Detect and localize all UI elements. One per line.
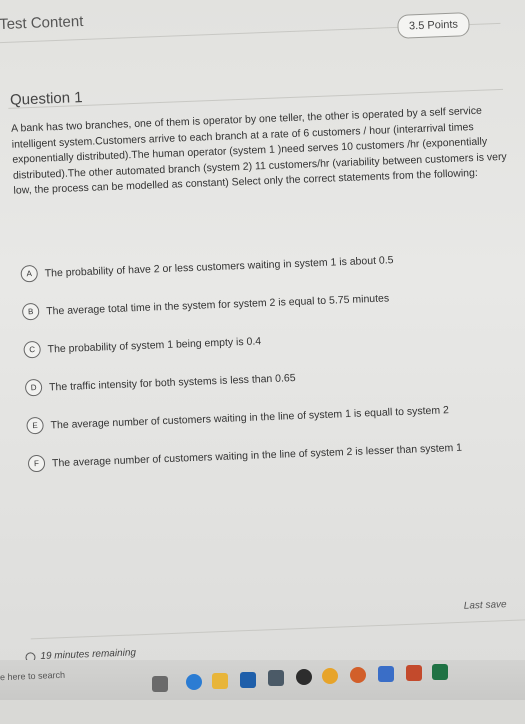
option-letter: A (20, 264, 39, 283)
question-text: A bank has two branches, one of them is … (10, 104, 507, 197)
points-badge: 3.5 Points (397, 12, 470, 39)
option-letter: C (23, 340, 41, 359)
chrome-icon[interactable] (322, 668, 338, 684)
folder-icon[interactable] (212, 673, 228, 689)
option-letter: E (26, 416, 44, 435)
option-letter: D (24, 378, 43, 397)
page-title: Test Content (0, 12, 84, 34)
option-letter: B (21, 302, 40, 321)
dropbox-icon[interactable] (378, 666, 394, 682)
option-label: The average number of customers waiting … (50, 403, 450, 431)
option-label: The probability of have 2 or less custom… (44, 253, 394, 280)
app-icon[interactable] (296, 669, 312, 685)
excel-icon[interactable] (432, 664, 448, 680)
option-e[interactable]: E The average number of customers waitin… (26, 399, 506, 435)
footer-divider (30, 619, 525, 640)
powerpoint-icon[interactable] (406, 665, 422, 681)
photo-background: Test Content 3.5 Points Question 1 A ban… (0, 0, 525, 700)
option-b[interactable]: B The average total time in the system f… (21, 285, 502, 321)
answer-options: A The probability of have 2 or less cust… (20, 247, 508, 493)
option-a[interactable]: A The probability of have 2 or less cust… (20, 247, 500, 283)
option-d[interactable]: D The traffic intensity for both systems… (24, 361, 505, 397)
option-letter: F (27, 454, 46, 473)
task-view-icon[interactable] (152, 676, 168, 692)
option-label: The average total time in the system for… (45, 291, 390, 318)
option-c[interactable]: C The probability of system 1 being empt… (23, 323, 503, 359)
onenote-icon[interactable] (268, 670, 284, 686)
edge-icon[interactable] (186, 674, 202, 690)
test-screen: Test Content 3.5 Points Question 1 A ban… (0, 0, 525, 724)
option-label: The average number of customers waiting … (51, 441, 463, 469)
option-label: The traffic intensity for both systems i… (48, 371, 296, 393)
last-saved-status: Last save (463, 599, 507, 612)
option-f[interactable]: F The average number of customers waitin… (27, 437, 508, 473)
mail-icon[interactable] (240, 672, 256, 688)
option-label: The probability of system 1 being empty … (47, 334, 262, 356)
firefox-icon[interactable] (350, 667, 366, 683)
